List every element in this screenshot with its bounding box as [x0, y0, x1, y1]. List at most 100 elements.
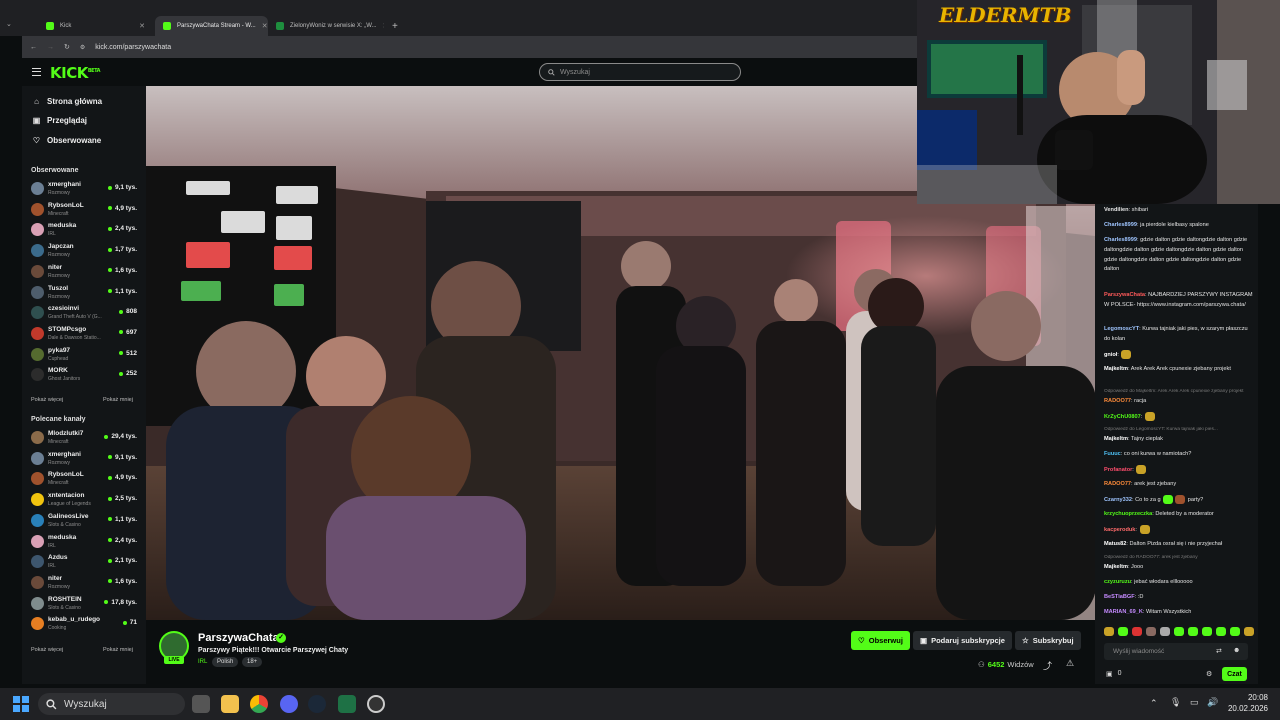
chat-username[interactable]: czyzuruzu: [1104, 579, 1131, 585]
chat-username[interactable]: kacperoduk: [1104, 527, 1135, 533]
excel-icon[interactable]: [338, 695, 356, 713]
chat-message[interactable]: krzychuoprzeczka: Deleted by a moderator: [1104, 510, 1254, 520]
close-tab-icon[interactable]: ✕: [139, 22, 145, 30]
emote-icon[interactable]: [1104, 627, 1114, 636]
menu-icon[interactable]: [32, 68, 41, 76]
gift-subs-button[interactable]: ▣ Podaruj subskrypcje: [913, 631, 1012, 650]
chat-message[interactable]: Czarny332: Co to za g party?: [1104, 495, 1254, 506]
new-tab-button[interactable]: +: [384, 16, 400, 36]
channel-points[interactable]: ▣ 0: [1106, 670, 1122, 678]
show-less-link[interactable]: Pokaż mniej: [103, 647, 133, 653]
close-tab-icon[interactable]: ✕: [262, 22, 268, 30]
language-tag[interactable]: Polish: [212, 657, 239, 667]
share-icon[interactable]: ⤴: [1043, 659, 1052, 672]
emote-icon[interactable]: [1132, 627, 1142, 636]
sidebar-channel[interactable]: xmerghani Rozmowy 9,1 tys.: [31, 449, 137, 469]
emoji-icon[interactable]: ☻: [1233, 647, 1240, 654]
back-icon[interactable]: ←: [30, 44, 37, 51]
chat-username[interactable]: Majkeltm: [1104, 436, 1128, 442]
obs-icon[interactable]: [367, 695, 385, 713]
chat-message[interactable]: czyzuruzu: jebać włodara elllooooo: [1104, 578, 1254, 588]
chat-username[interactable]: Czarny332: [1104, 497, 1132, 503]
chat-input[interactable]: Wyślij wiadomość: [1104, 643, 1248, 660]
chat-username[interactable]: Profanator: [1104, 467, 1132, 473]
emote-icon[interactable]: [1230, 627, 1240, 636]
mature-tag[interactable]: 18+: [242, 657, 263, 667]
sidebar-channel[interactable]: czesioinvi Grand Theft Auto V (G... 808: [31, 303, 137, 323]
chat-username[interactable]: Vendilien: [1104, 207, 1129, 213]
emote-icon[interactable]: [1160, 627, 1170, 636]
chat-username[interactable]: ParszywaChata: [1104, 292, 1145, 298]
network-icon[interactable]: ▭: [1190, 697, 1199, 708]
sidebar-channel[interactable]: Japczan Rozmowy 1,7 tys.: [31, 241, 137, 261]
chat-username[interactable]: BeSTiaBGF: [1104, 594, 1135, 600]
emote-icon[interactable]: [1202, 627, 1212, 636]
sidebar-channel[interactable]: STOMPcsgo Dale & Dawson Statio... 697: [31, 324, 137, 344]
sidebar-channel[interactable]: kebab_u_rudego Cooking 71: [31, 614, 137, 634]
chat-message[interactable]: Charles8999: gdzie dalton gdzie daltongd…: [1104, 236, 1254, 275]
send-chat-button[interactable]: Czat: [1222, 667, 1247, 681]
sidebar-channel[interactable]: xntentacion League of Legends 2,5 tys.: [31, 490, 137, 510]
chat-message[interactable]: MARIAN_69_K: Witam Wszystkich: [1104, 608, 1254, 618]
chat-username[interactable]: Majkeltm: [1104, 366, 1128, 372]
chat-username[interactable]: Charles8999: [1104, 222, 1137, 228]
chat-username[interactable]: Majkeltm: [1104, 564, 1128, 570]
sidebar-channel[interactable]: xmerghani Rozmowy 9,1 tys.: [31, 179, 137, 199]
chat-message[interactable]: kacperoduk:: [1104, 525, 1254, 536]
volume-icon[interactable]: 🔊: [1207, 697, 1218, 708]
chat-username[interactable]: Charles8999: [1104, 237, 1137, 243]
channel-name[interactable]: ParszywaChata: [198, 632, 279, 644]
sidebar-channel[interactable]: MORK Ghost Janitors 252: [31, 365, 137, 385]
windows-start-icon[interactable]: [13, 696, 29, 712]
sidebar-channel[interactable]: niter Rozmowy 1,6 tys.: [31, 573, 137, 593]
sidebar-channel[interactable]: RybsonLoL Minecraft 4,9 tys.: [31, 200, 137, 220]
chat-message[interactable]: Charles8999: ja pierdole kielbasy spalon…: [1104, 221, 1254, 231]
chat-message[interactable]: Majkeltm: Tajny cieplak: [1104, 435, 1254, 445]
url-field[interactable]: kick.com/parszywachata: [95, 44, 171, 51]
show-more-link[interactable]: Pokaż więcej: [31, 647, 63, 653]
chat-message[interactable]: Majkeltm: Arek Arek Arek cpunexie zjeban…: [1104, 365, 1254, 375]
chat-message[interactable]: Vendilien: shibari: [1104, 206, 1254, 216]
chat-username[interactable]: Matus82: [1104, 541, 1126, 547]
chat-message[interactable]: Majkeltm: Jooo: [1104, 563, 1254, 573]
sidebar-channel[interactable]: niter Rozmowy 1,6 tys.: [31, 262, 137, 282]
chat-message[interactable]: Profanator:: [1104, 465, 1254, 476]
chat-message[interactable]: ParszywaChata: NAJBARDZIEJ PARSZYWY INST…: [1104, 291, 1254, 311]
chat-username[interactable]: krzychuoprzeczka: [1104, 511, 1152, 517]
chat-username[interactable]: MARIAN_69_K: [1104, 609, 1143, 615]
chat-username[interactable]: Fuuuc: [1104, 451, 1121, 457]
sidebar-channel[interactable]: pyka97 Cuphead 512: [31, 345, 137, 365]
emote-icon[interactable]: [1174, 627, 1184, 636]
emote-icon[interactable]: [1118, 627, 1128, 636]
nav-home[interactable]: ⌂ Strona główna: [32, 97, 102, 106]
sidebar-channel[interactable]: MlodzIutki7 Minecraft 29,4 tys.: [31, 428, 137, 448]
category-tag[interactable]: IRL: [193, 657, 212, 667]
sidebar-channel[interactable]: meduska IRL 2,4 tys.: [31, 532, 137, 552]
chat-message[interactable]: RADOO77: arek jest zjebany: [1104, 480, 1254, 490]
file-explorer-icon[interactable]: [221, 695, 239, 713]
show-more-link[interactable]: Pokaż więcej: [31, 397, 63, 403]
show-less-link[interactable]: Pokaż mniej: [103, 397, 133, 403]
chat-username[interactable]: LegomoscYT: [1104, 326, 1139, 332]
emote-icon[interactable]: [1188, 627, 1198, 636]
kick-logo[interactable]: KICKBETA: [50, 64, 100, 82]
chat-username[interactable]: gnioł: [1104, 352, 1117, 358]
chat-username[interactable]: RADOO77: [1104, 398, 1131, 404]
subscribe-button[interactable]: ☆ Subskrybuj: [1015, 631, 1081, 650]
site-info-icon[interactable]: ⚙: [80, 44, 85, 51]
steam-icon[interactable]: [308, 695, 326, 713]
browser-tab-active[interactable]: ParszywaChata Stream - W... ✕: [155, 16, 268, 36]
emote-icon[interactable]: [1244, 627, 1254, 636]
commands-icon[interactable]: ⇄: [1216, 647, 1222, 655]
emote-icon[interactable]: [1216, 627, 1226, 636]
task-view-icon[interactable]: [192, 695, 210, 713]
chrome-icon[interactable]: [250, 695, 268, 713]
report-icon[interactable]: ⚠: [1066, 658, 1074, 669]
chat-username[interactable]: KrZyChU0807: [1104, 414, 1141, 420]
tray-expand-icon[interactable]: ⌃: [1150, 698, 1158, 709]
browser-tab[interactable]: Kick ✕: [38, 16, 153, 36]
emote-icon[interactable]: [1146, 627, 1156, 636]
sidebar-channel[interactable]: Tuszol Rozmowy 1,1 tys.: [31, 283, 137, 303]
browser-tab[interactable]: ZielonyWoniz w serwisie X: „W... ✕: [268, 16, 384, 36]
taskbar-search[interactable]: Wyszukaj: [38, 693, 185, 715]
